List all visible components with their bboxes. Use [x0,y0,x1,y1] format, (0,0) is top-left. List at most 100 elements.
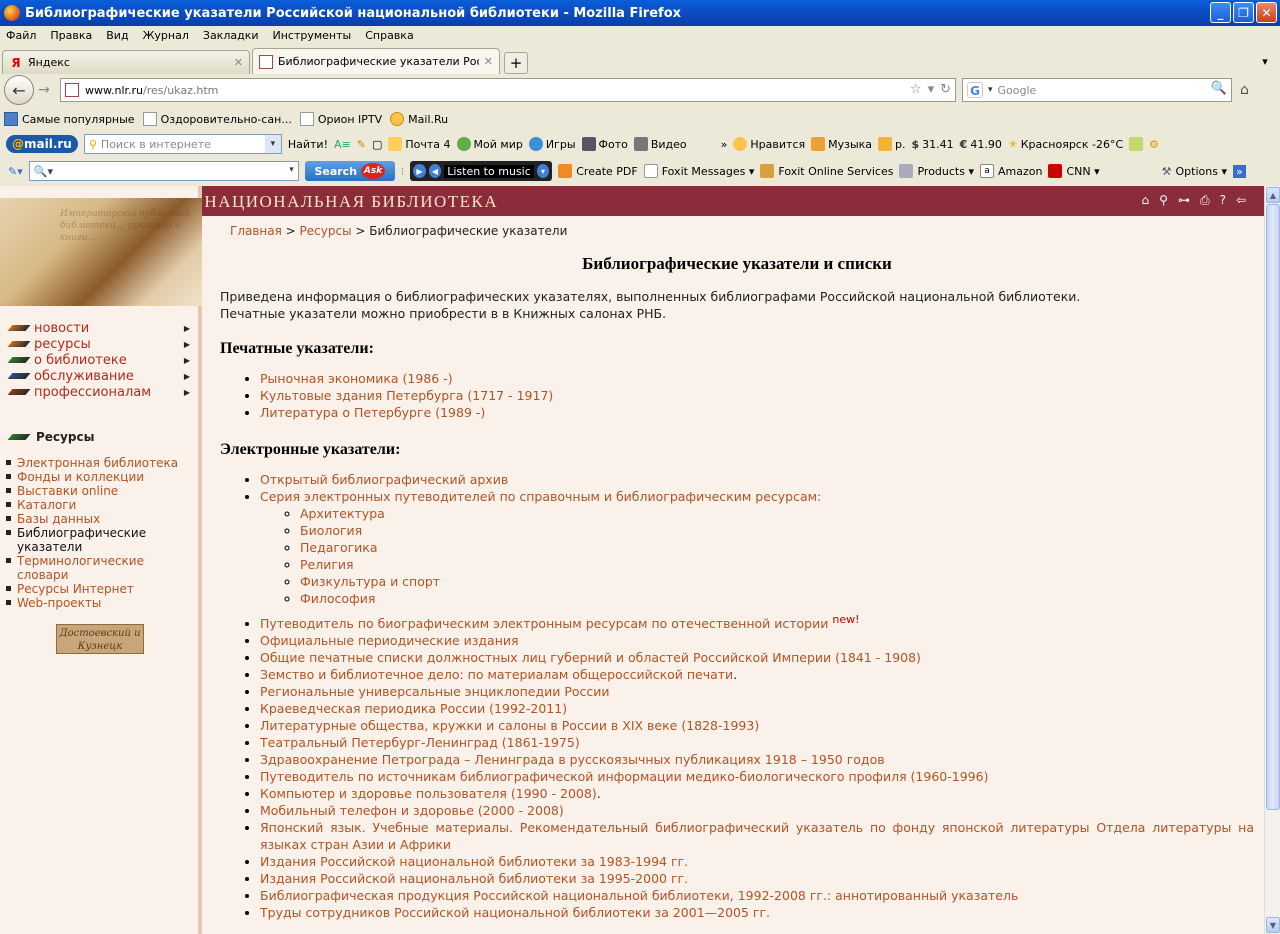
list-link[interactable]: Издания Российской национальной библиоте… [260,854,688,869]
nav-professionals[interactable]: профессионалам ▶ [7,384,190,400]
mailru-logo[interactable]: @ mail.ru [6,135,78,153]
subnav-item[interactable]: Электронная библиотека [6,456,196,470]
ask-search-button[interactable]: Search Ask [304,161,395,181]
mailru-music[interactable]: Музыка [811,137,872,151]
mailru-eur[interactable]: €41.90 [960,138,1002,151]
tab-close-icon[interactable]: ✕ [234,56,243,69]
menu-tools[interactable]: Инструменты [273,29,352,42]
subnav-item[interactable]: Web-проекты [6,596,196,610]
tab-yandex[interactable]: Я Яндекс ✕ [2,50,250,74]
list-link[interactable]: Религия [300,557,354,572]
settings-icon[interactable] [1129,137,1144,151]
list-link[interactable]: Региональные универсальные энциклопедии … [260,684,610,699]
nav-services[interactable]: обслуживание ▶ [7,368,190,384]
play-icon[interactable]: ▶ [413,164,426,178]
forward-button[interactable]: → [34,79,54,101]
list-link[interactable]: Культовые здания Петербурга (1717 - 1917… [260,388,553,403]
mailru-weather[interactable]: ☀ Красноярск -26°C [1008,138,1123,151]
list-link[interactable]: Труды сотрудников Российской национально… [260,905,770,920]
tab-close-icon[interactable]: ✕ [484,55,493,68]
subnav-item[interactable]: Базы данных [6,512,196,526]
nav-news[interactable]: новости ▶ [7,320,190,336]
chevron-down-icon[interactable]: ▾ [289,165,294,175]
list-link[interactable]: Открытый библиографический архив [260,472,508,487]
print-icon[interactable]: ⎙ [1200,193,1210,208]
list-link[interactable]: Общие печатные списки должностных лиц гу… [260,650,921,665]
menu-edit[interactable]: Правка [50,29,92,42]
volume-icon[interactable]: ◀ [428,164,442,178]
list-link[interactable]: Японский язык. Учебные материалы. Рекоме… [260,820,1254,852]
cnn-button[interactable]: CNN ▾ [1048,164,1100,178]
subnav-item[interactable]: Выставки online [6,484,196,498]
ask-search-input[interactable]: 🔍▾ ▾ [28,161,299,181]
search-input[interactable]: Google [998,84,1037,97]
list-link[interactable]: Театральный Петербург-Ленинград (1861-19… [260,735,580,750]
mailru-usd[interactable]: $31.41 [912,138,954,151]
help-icon[interactable]: ? [1220,193,1226,208]
minimize-button[interactable]: _ [1210,2,1231,23]
ask-pen-icon[interactable]: ✎▾ [8,165,23,178]
google-icon[interactable]: G [967,82,983,98]
list-link[interactable]: Издания Российской национальной библиоте… [260,871,688,886]
subnav-item[interactable]: Фонды и коллекции [6,470,196,484]
search-engine-dropdown-icon[interactable]: ▾ [988,85,993,95]
close-window-button[interactable]: ✕ [1256,2,1277,23]
mailru-find-button[interactable]: Найти! [288,138,328,151]
mailru-search-input[interactable]: ⚲ Поиск в интернете ▾ [83,134,282,154]
bookmark-health[interactable]: Оздоровительно-сан... [142,112,292,126]
list-link[interactable]: Педагогика [300,540,378,555]
mailru-photo[interactable]: Фото [581,137,628,151]
subnav-item[interactable]: Терминологические словари [6,554,196,582]
home-icon[interactable]: ⌂ [1240,82,1249,98]
scroll-up-icon[interactable]: ▲ [1266,187,1280,203]
list-link[interactable]: Библиографическая продукция Российской н… [260,888,1018,903]
list-link[interactable]: Мобильный телефон и здоровье (2000 - 200… [260,803,564,818]
search-icon[interactable]: ⚲ [1159,193,1168,208]
more-chevron-icon[interactable]: » [1232,164,1246,178]
list-link[interactable]: Официальные периодические издания [260,633,519,648]
bookmark-orion[interactable]: Орион IPTV [299,112,382,126]
list-link[interactable]: Литературные общества, кружки и салоны в… [260,718,759,733]
mailru-games[interactable]: Игры [528,137,576,151]
vertical-scrollbar[interactable]: ▲ ▼ [1264,186,1280,934]
list-link[interactable]: Путеводитель по источникам библиографиче… [260,769,988,784]
list-link[interactable]: Биология [300,523,362,538]
list-link[interactable]: Серия электронных путеводителей по справ… [260,489,821,504]
list-link[interactable]: Физкультура и спорт [300,574,440,589]
list-link[interactable]: Компьютер и здоровье пользователя (1990 … [260,786,597,801]
tab-nlr[interactable]: Библиографические указатели Россий... ✕ [252,48,500,74]
list-link[interactable]: Рыночная экономика (1986 -) [260,371,453,386]
menu-file[interactable]: Файл [6,29,36,42]
mailru-like[interactable]: Нравится [733,137,805,151]
mailru-ruble[interactable]: р. [878,137,906,151]
mailru-video[interactable]: Видео [633,137,687,151]
menu-history[interactable]: Журнал [143,29,189,42]
site-identity-icon[interactable] [65,83,79,97]
nav-resources[interactable]: ресурсы ▶ [7,336,190,352]
foxit-online-button[interactable]: Foxit Online Services [760,164,893,178]
mailru-mail[interactable]: Почта 4 [388,137,451,151]
search-bar[interactable]: G ▾ Google 🔍 [962,78,1232,102]
search-icon[interactable]: 🔍 [1211,81,1227,96]
subnav-item[interactable]: Ресурсы Интернет [6,582,196,596]
maximize-button[interactable]: ❐ [1233,2,1254,23]
gear-icon[interactable]: ⚙ [1149,138,1159,151]
create-pdf-button[interactable]: Create PDF [558,164,638,178]
list-link[interactable]: Краеведческая периодика России (1992-201… [260,701,567,716]
mailru-myworld[interactable]: Мой мир [456,137,523,151]
font-size-icon[interactable]: A≡ [334,138,351,151]
music-dropdown-icon[interactable]: ▾ [536,164,550,178]
tab-list-chevron-icon[interactable]: ▾ [1256,52,1274,70]
menu-bookmarks[interactable]: Закладки [203,29,259,42]
dostoevsky-banner[interactable]: Достоевский и Кузнецк [56,624,144,654]
chevron-down-icon[interactable]: ▾ [264,135,281,153]
breadcrumb-home-link[interactable]: Главная [230,224,282,238]
menu-help[interactable]: Справка [365,29,413,42]
more-chevron-icon[interactable]: » [721,138,728,151]
options-button[interactable]: ⚒ Options ▾ [1162,165,1227,178]
nav-about[interactable]: о библиотеке ▶ [7,352,190,368]
list-link[interactable]: Здравоохранение Петрограда – Ленинграда … [260,752,885,767]
menu-view[interactable]: Вид [106,29,128,42]
scroll-down-icon[interactable]: ▼ [1266,917,1280,933]
home-icon[interactable]: ⌂ [1142,193,1150,208]
